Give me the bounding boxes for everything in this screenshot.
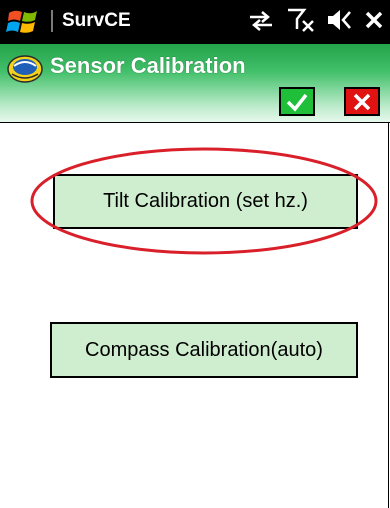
volume-icon[interactable] — [326, 8, 354, 36]
app-name: SurvCE — [62, 10, 131, 31]
tilt-calibration-button[interactable]: Tilt Calibration (set hz.) — [53, 174, 358, 229]
connectivity-arrows-icon[interactable] — [246, 8, 276, 36]
page-title: Sensor Calibration — [50, 53, 246, 78]
x-icon — [353, 93, 371, 110]
system-tray — [246, 8, 384, 36]
compass-calibration-button[interactable]: Compass Calibration(auto) — [50, 322, 358, 378]
status-divider — [51, 10, 53, 32]
close-icon[interactable] — [364, 10, 384, 34]
windows-logo-icon[interactable] — [6, 7, 42, 37]
cancel-button[interactable] — [344, 87, 380, 116]
status-bar: SurvCE — [0, 0, 390, 44]
app-compass-icon — [7, 55, 43, 83]
ok-button[interactable] — [279, 87, 315, 116]
checkmark-icon — [286, 93, 308, 112]
title-bar-divider — [0, 122, 390, 123]
no-signal-icon[interactable] — [286, 7, 316, 37]
title-bar: Sensor Calibration — [0, 44, 390, 123]
